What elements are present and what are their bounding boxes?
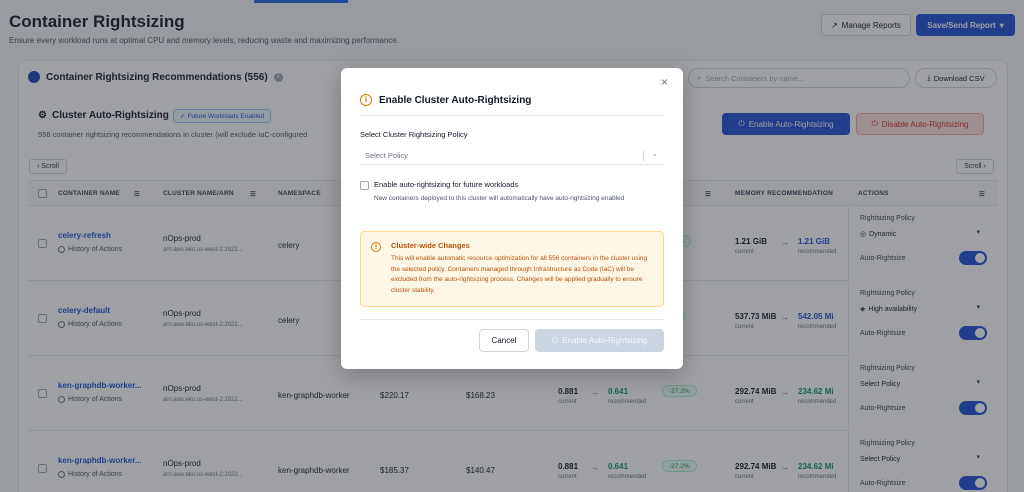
dialog-title: Enable Cluster Auto-Rightsizing — [379, 94, 532, 106]
cancel-button[interactable]: Cancel — [479, 329, 529, 352]
warning-title: Cluster-wide Changes — [391, 241, 470, 250]
chevron-down-icon: ⌄ — [651, 149, 658, 158]
future-workloads-label[interactable]: Enable auto-rightsizing for future workl… — [374, 180, 518, 189]
policy-label: Select Cluster Rightsizing Policy — [360, 130, 468, 139]
confirm-enable-label: Enable Auto-Rightsizing — [562, 336, 648, 345]
policy-placeholder: Select Policy — [365, 151, 408, 160]
select-separator — [643, 151, 644, 161]
info-circle-icon: i — [360, 94, 372, 106]
divider — [360, 115, 664, 116]
warning-text: This will enable automatic resource opti… — [391, 255, 648, 294]
power-icon: ⏻ — [551, 335, 559, 345]
divider — [360, 319, 664, 320]
cluster-wide-warning: ! Cluster-wide Changes This will enable … — [360, 231, 664, 307]
dialog-header: i Enable Cluster Auto-Rightsizing — [360, 94, 531, 106]
future-workloads-checkbox[interactable] — [360, 181, 369, 190]
policy-select[interactable]: Select Policy ⌄ — [360, 147, 664, 165]
confirm-enable-button[interactable]: ⏻ Enable Auto-Rightsizing — [535, 329, 664, 352]
future-workloads-help: New containers deployed to this cluster … — [374, 195, 625, 202]
close-icon[interactable]: × — [661, 76, 668, 88]
enable-cluster-auto-rightsizing-dialog: × i Enable Cluster Auto-Rightsizing Sele… — [341, 68, 683, 369]
warning-icon: ! — [371, 242, 381, 252]
